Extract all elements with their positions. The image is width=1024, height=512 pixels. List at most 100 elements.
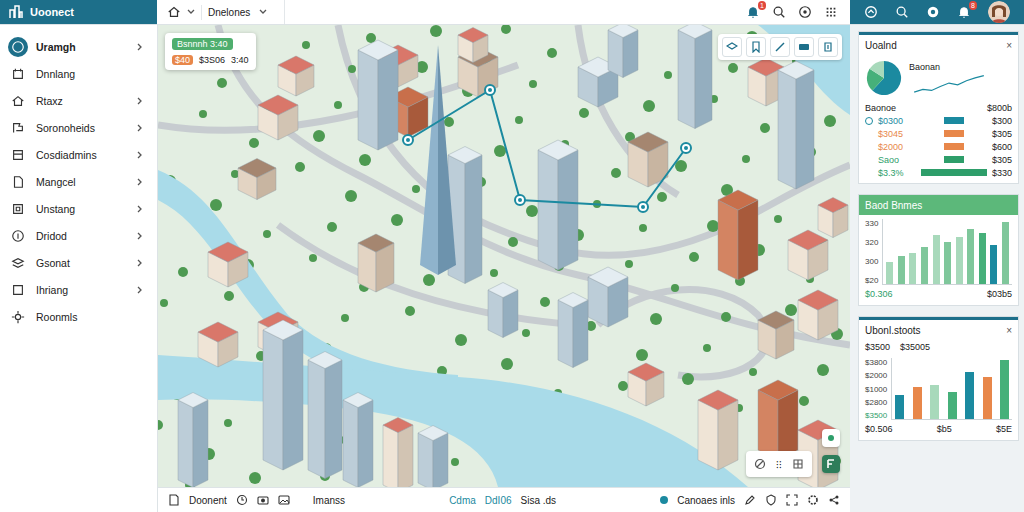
chevron-down-icon[interactable] — [186, 7, 196, 17]
user-avatar[interactable] — [988, 1, 1010, 23]
building[interactable] — [698, 390, 738, 470]
building[interactable] — [678, 25, 712, 129]
search-icon[interactable] — [895, 5, 909, 19]
bar[interactable] — [909, 253, 916, 285]
city-map[interactable]: Bsnnnh 3:40$40$3S063:40 ⁝⁝ — [158, 25, 850, 487]
bar[interactable] — [1000, 360, 1009, 419]
edit-icon[interactable] — [744, 494, 756, 506]
building[interactable] — [628, 132, 668, 187]
building[interactable] — [778, 61, 814, 189]
legend-row[interactable]: $2000$600 — [859, 140, 1018, 153]
image-icon[interactable] — [278, 494, 290, 506]
sidebar-item[interactable]: Soronoheids — [0, 114, 157, 141]
building[interactable] — [538, 140, 578, 270]
status-item[interactable]: DdI06 — [485, 495, 512, 506]
sidebar-item[interactable]: Roonmls — [0, 303, 157, 330]
camera-icon[interactable] — [257, 494, 269, 506]
layer-label[interactable]: Canoaes inls — [677, 495, 735, 506]
building[interactable] — [308, 352, 342, 479]
shield-icon[interactable] — [765, 494, 777, 506]
document-label[interactable]: Doonent — [189, 495, 227, 506]
bar[interactable] — [948, 392, 957, 419]
bar[interactable] — [933, 235, 940, 284]
building[interactable] — [588, 267, 628, 327]
map-legend[interactable]: ⁝⁝ — [746, 451, 812, 477]
building[interactable] — [208, 242, 248, 287]
settings-icon[interactable] — [807, 494, 819, 506]
building[interactable] — [458, 28, 488, 63]
row-radio[interactable] — [865, 143, 873, 151]
globe-icon[interactable] — [926, 5, 940, 19]
layers-button[interactable] — [722, 37, 742, 57]
dashboard-icon[interactable] — [864, 5, 878, 19]
legend-row[interactable]: $3.3%$330 — [859, 166, 1018, 179]
isometric-city-map[interactable] — [158, 25, 850, 487]
spire-tower[interactable] — [420, 45, 456, 275]
building[interactable] — [263, 320, 303, 470]
building[interactable] — [558, 293, 588, 368]
sidebar-item[interactable]: Cosdiadmins — [0, 141, 157, 168]
clock-icon[interactable] — [236, 494, 248, 506]
bar[interactable] — [979, 233, 986, 284]
map-pin[interactable] — [515, 195, 525, 205]
building[interactable] — [178, 393, 208, 488]
status-item[interactable]: Cdma — [449, 495, 476, 506]
building[interactable] — [278, 56, 314, 96]
legend-row[interactable]: $3045$305 — [859, 127, 1018, 140]
brand[interactable]: Uoonect — [0, 0, 157, 24]
frame-icon[interactable] — [786, 494, 798, 506]
building[interactable] — [758, 311, 794, 359]
map-pin[interactable] — [485, 85, 495, 95]
map-info-card[interactable]: Bsnnnh 3:40$40$3S063:40 — [165, 33, 256, 70]
legend-row[interactable]: $0300$300 — [859, 114, 1018, 127]
bar[interactable] — [930, 385, 939, 419]
filter-button[interactable] — [822, 455, 840, 473]
breadcrumb-dropdown[interactable]: Dnelones — [201, 5, 274, 20]
home-icon[interactable] — [167, 5, 181, 19]
sidebar-item[interactable]: Mangcel — [0, 168, 157, 195]
building[interactable] — [358, 234, 394, 292]
row-radio[interactable] — [865, 117, 873, 125]
row-radio[interactable] — [865, 156, 873, 164]
building[interactable] — [788, 230, 828, 280]
sidebar-item[interactable]: Ihriang — [0, 276, 157, 303]
legend-row[interactable]: Saoo$305 — [859, 153, 1018, 166]
bar[interactable] — [944, 242, 951, 284]
apps-grid-icon[interactable] — [824, 5, 838, 19]
map-pin[interactable] — [403, 135, 413, 145]
bar[interactable] — [983, 377, 992, 419]
row-radio[interactable] — [865, 169, 873, 177]
bar[interactable] — [898, 256, 905, 284]
building[interactable] — [418, 426, 448, 488]
bar[interactable] — [990, 245, 997, 284]
bar[interactable] — [967, 229, 974, 284]
export-button[interactable] — [818, 37, 838, 57]
search-icon[interactable] — [772, 5, 786, 19]
bar[interactable] — [921, 247, 928, 284]
measure-button[interactable] — [770, 37, 790, 57]
building[interactable] — [628, 363, 664, 406]
transit-button[interactable] — [794, 37, 814, 57]
alerts-button[interactable]: 8 — [957, 5, 971, 19]
bar[interactable] — [956, 237, 963, 284]
building[interactable] — [798, 290, 838, 340]
bookmark-button[interactable] — [746, 37, 766, 57]
bar[interactable] — [913, 387, 922, 419]
building[interactable] — [488, 283, 518, 338]
bar[interactable] — [886, 262, 893, 284]
view-label[interactable]: Imanss — [313, 495, 345, 506]
close-button[interactable]: × — [1006, 40, 1012, 51]
building[interactable] — [818, 198, 848, 238]
building[interactable] — [343, 393, 373, 488]
map-pin[interactable] — [638, 202, 648, 212]
building[interactable] — [608, 25, 638, 78]
sidebar-item[interactable]: Unstang — [0, 195, 157, 222]
row-radio[interactable] — [865, 130, 873, 138]
sidebar-item[interactable]: Dridod — [0, 222, 157, 249]
recenter-button[interactable] — [822, 429, 840, 447]
building[interactable] — [383, 418, 413, 488]
close-button[interactable]: × — [1006, 325, 1012, 336]
sidebar-item[interactable]: Gsonat — [0, 249, 157, 276]
sidebar-item[interactable]: Uramgh — [0, 33, 157, 60]
building[interactable] — [198, 322, 238, 367]
